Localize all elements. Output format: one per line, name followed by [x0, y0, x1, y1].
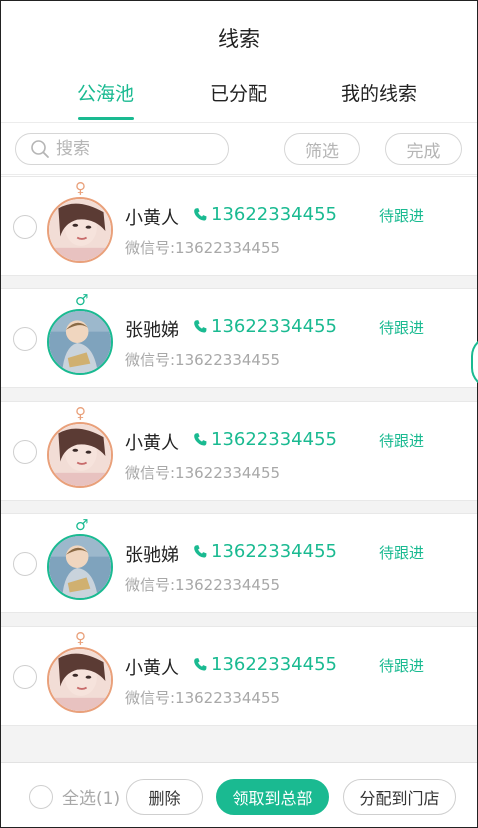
tab-assigned[interactable]: 已分配 — [210, 79, 267, 106]
lead-wechat-id: 微信号:13622334455 — [125, 464, 281, 482]
female-gender-icon: ♀ — [75, 179, 86, 197]
lead-phone-link[interactable]: 13622334455 — [193, 429, 337, 450]
select-all-label[interactable]: 全选(1) — [62, 784, 120, 809]
tab-public-pool[interactable]: 公海池 — [77, 79, 134, 106]
tab-bar: 公海池 已分配 我的线索 — [1, 79, 477, 123]
lead-card[interactable]: ♂ 张驰娣 13622334455 微信号:13622334455 待跟进 — [1, 513, 477, 613]
phone-icon — [194, 208, 207, 221]
lead-list: ♀ 小黄人 13622334455 微信号:13622334455 待跟进 ♂ 张驰娣 136… — [1, 176, 477, 762]
avatar-photo — [49, 311, 111, 373]
phone-icon — [194, 658, 207, 671]
avatar — [47, 197, 113, 263]
done-button[interactable]: 完成 — [385, 133, 462, 165]
lead-wechat-id: 微信号:13622334455 — [125, 239, 281, 257]
male-gender-icon: ♂ — [75, 291, 89, 309]
avatar — [47, 422, 113, 488]
lead-phone-number: 13622334455 — [211, 654, 337, 675]
lead-card[interactable]: ♀ 小黄人 13622334455 微信号:13622334455 待跟进 — [1, 626, 477, 726]
lead-wechat-id: 微信号:13622334455 — [125, 351, 281, 369]
lead-wechat-id: 微信号:13622334455 — [125, 689, 281, 707]
lead-select-checkbox[interactable] — [13, 440, 37, 464]
lead-wechat-id: 微信号:13622334455 — [125, 576, 281, 594]
phone-icon — [194, 320, 207, 333]
filter-button[interactable]: 筛选 — [284, 133, 360, 165]
lead-name: 张驰娣 — [125, 545, 179, 566]
phone-icon — [194, 433, 207, 446]
avatar — [47, 309, 113, 375]
footer-action-bar: 全选(1) 删除 领取到总部 分配到门店 — [1, 762, 477, 827]
active-tab-indicator — [78, 117, 134, 120]
lead-phone-link[interactable]: 13622334455 — [193, 654, 337, 675]
lead-name: 小黄人 — [125, 433, 179, 454]
lead-phone-number: 13622334455 — [211, 541, 337, 562]
lead-name: 张驰娣 — [125, 320, 179, 341]
lead-phone-link[interactable]: 13622334455 — [193, 541, 337, 562]
search-icon — [31, 140, 49, 158]
page-title: 线索 — [218, 27, 260, 51]
toolbar: 筛选 完成 — [1, 123, 477, 175]
lead-card[interactable]: ♀ 小黄人 13622334455 微信号:13622334455 待跟进 — [1, 401, 477, 501]
female-gender-icon: ♀ — [75, 404, 86, 422]
lead-select-checkbox[interactable] — [13, 327, 37, 351]
assign-to-store-button[interactable]: 分配到门店 — [343, 779, 456, 815]
delete-button[interactable]: 删除 — [126, 779, 203, 815]
lead-name: 小黄人 — [125, 208, 179, 229]
avatar-photo — [49, 424, 111, 486]
lead-phone-number: 13622334455 — [211, 316, 337, 337]
avatar-photo — [49, 199, 111, 261]
lead-phone-number: 13622334455 — [211, 204, 337, 225]
avatar — [47, 534, 113, 600]
lead-phone-link[interactable]: 13622334455 — [193, 316, 337, 337]
select-all-checkbox[interactable] — [29, 785, 53, 809]
header: 线索 公海池 已分配 我的线索 — [1, 1, 477, 123]
lead-status-badge[interactable]: 待跟进 — [379, 542, 424, 563]
lead-select-checkbox[interactable] — [13, 552, 37, 576]
female-gender-icon: ♀ — [75, 629, 86, 647]
lead-select-checkbox[interactable] — [13, 215, 37, 239]
lead-select-checkbox[interactable] — [13, 665, 37, 689]
tab-my-leads[interactable]: 我的线索 — [341, 79, 417, 106]
lead-status-badge[interactable]: 待跟进 — [379, 205, 424, 226]
phone-icon — [194, 545, 207, 558]
avatar — [47, 647, 113, 713]
lead-status-badge[interactable]: 待跟进 — [379, 655, 424, 676]
lead-card[interactable]: ♀ 小黄人 13622334455 微信号:13622334455 待跟进 — [1, 176, 477, 276]
male-gender-icon: ♂ — [75, 516, 89, 534]
avatar-photo — [49, 536, 111, 598]
search-input[interactable] — [56, 139, 216, 159]
lead-phone-number: 13622334455 — [211, 429, 337, 450]
search-box[interactable] — [15, 133, 229, 165]
lead-name: 小黄人 — [125, 658, 179, 679]
lead-status-badge[interactable]: 待跟进 — [379, 430, 424, 451]
lead-phone-link[interactable]: 13622334455 — [193, 204, 337, 225]
claim-to-hq-button[interactable]: 领取到总部 — [216, 779, 329, 815]
avatar-photo — [49, 649, 111, 711]
lead-status-badge[interactable]: 待跟进 — [379, 317, 424, 338]
lead-card[interactable]: ♂ 张驰娣 13622334455 微信号:13622334455 待跟进 — [1, 288, 477, 388]
